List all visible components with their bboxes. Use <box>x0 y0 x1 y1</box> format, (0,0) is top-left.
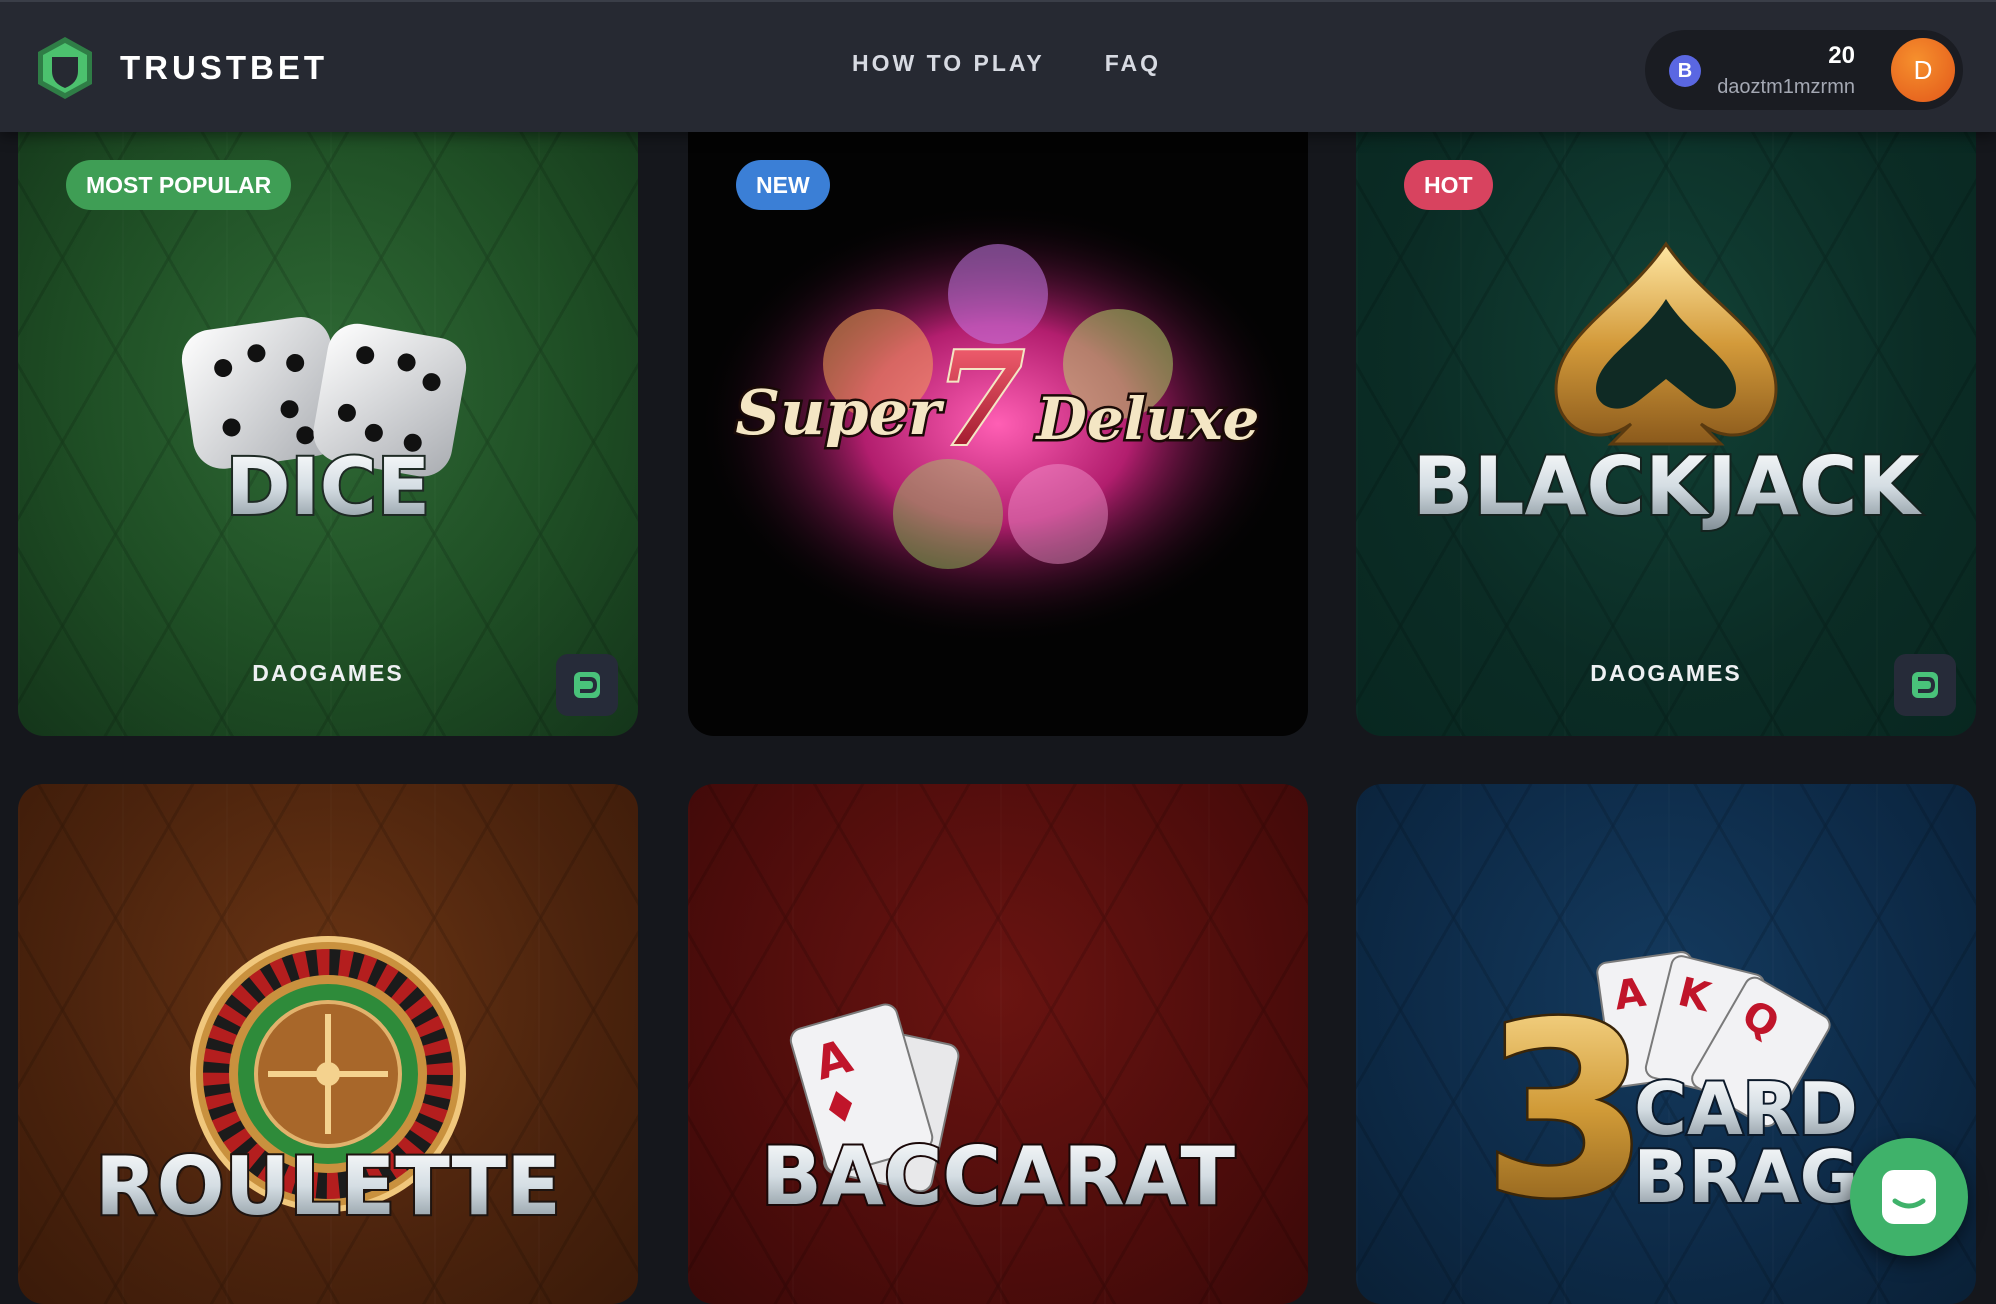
main-nav: HOW TO PLAY FAQ <box>852 50 1161 77</box>
game-title-dice: DICE <box>226 443 430 533</box>
shield-logo-icon <box>38 37 92 99</box>
daogames-logo-icon <box>556 654 618 716</box>
badge-new: NEW <box>736 160 830 210</box>
game-title-brag: BRAG <box>1633 1135 1858 1219</box>
chat-icon <box>1882 1170 1936 1224</box>
game-card-baccarat[interactable]: 8 A BACCARAT <box>688 784 1308 1304</box>
game-card-blackjack[interactable]: HOT BLACKJACK DAOGAMES <box>1356 104 1976 736</box>
top-navigation-bar: TRUSTBET HOW TO PLAY FAQ B 20 daoztm1mzr… <box>0 0 1996 132</box>
bitcoin-icon[interactable]: B <box>1669 55 1701 87</box>
nav-how-to-play[interactable]: HOW TO PLAY <box>852 50 1045 77</box>
game-card-roulette[interactable]: ROULETTE <box>18 784 638 1304</box>
chat-support-button[interactable] <box>1850 1138 1968 1256</box>
game-card-dice[interactable]: MOST POPULAR DICE DAOGAMES <box>18 104 638 736</box>
balance-amount: 20 <box>1828 42 1855 69</box>
game-title-seven: 7 <box>935 325 1024 475</box>
nav-faq[interactable]: FAQ <box>1105 50 1161 77</box>
username: daoztm1mzrmn <box>1717 76 1855 98</box>
brand-logo-link[interactable]: TRUSTBET <box>32 34 328 102</box>
game-title-super: Super <box>735 376 945 449</box>
game-title-three: 3 <box>1483 971 1650 1251</box>
roulette-wheel-icon: ROULETTE <box>93 936 563 1235</box>
provider-name: DAOGAMES <box>1590 660 1742 686</box>
badge-hot: HOT <box>1404 160 1493 210</box>
badge-most-popular: MOST POPULAR <box>66 160 292 210</box>
provider-name: DAOGAMES <box>252 660 404 686</box>
avatar[interactable]: D <box>1891 38 1955 102</box>
account-panel[interactable]: B 20 daoztm1mzrmn D <box>1645 30 1963 110</box>
game-title-roulette: ROULETTE <box>95 1140 561 1233</box>
game-title-blackjack: BLACKJACK <box>1413 440 1923 533</box>
playing-cards-icon: 8 A BACCARAT <box>759 1003 1237 1225</box>
game-title-baccarat: BACCARAT <box>761 1130 1236 1223</box>
game-card-super-7-deluxe[interactable]: NEW Super 7 Deluxe <box>688 104 1308 736</box>
game-title-deluxe: Deluxe <box>1035 385 1260 453</box>
brand-name: TRUSTBET <box>120 49 328 86</box>
daogames-logo-icon <box>1894 654 1956 716</box>
